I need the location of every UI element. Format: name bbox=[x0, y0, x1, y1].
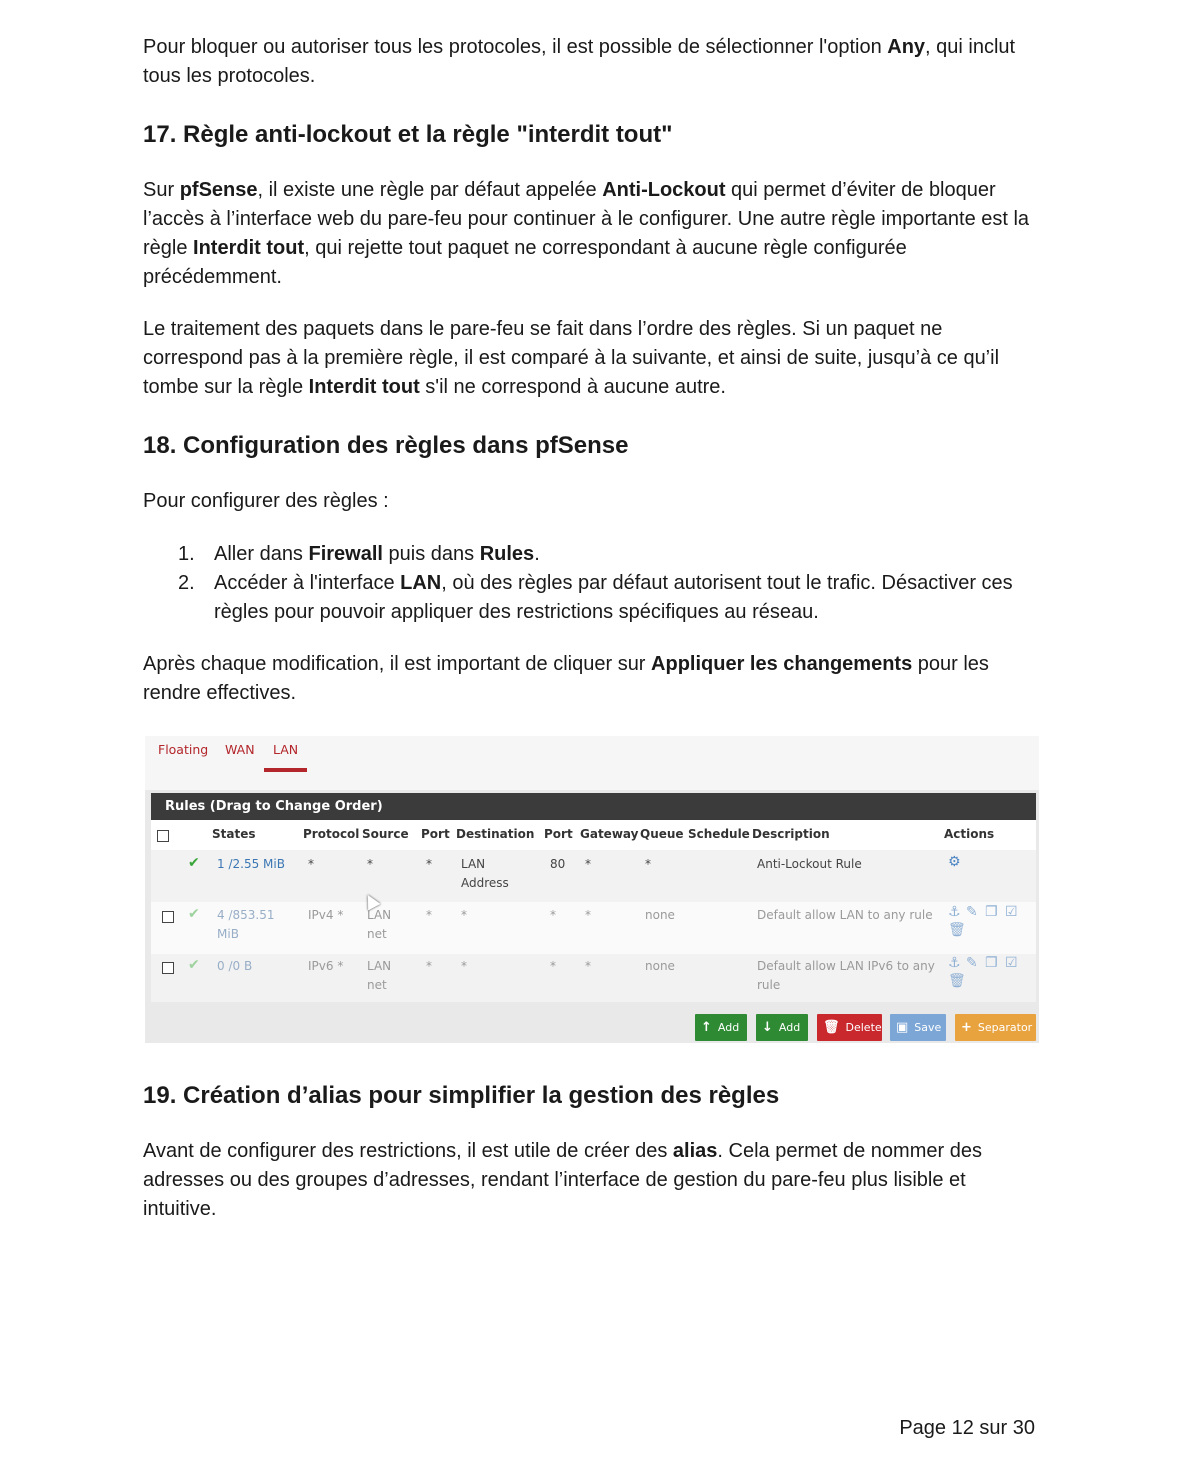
arrow-down-icon: ↓ bbox=[762, 1020, 773, 1035]
source-value-line-2: net bbox=[367, 927, 387, 941]
gateway-value: * bbox=[585, 857, 591, 871]
table-row[interactable]: ✔ 0 /0 B IPv6 * LAN net * * * * none Def… bbox=[151, 954, 1036, 1002]
queue-value: * bbox=[645, 857, 651, 871]
protocol-value: IPv4 * bbox=[308, 908, 344, 922]
column-header: Queue bbox=[640, 827, 684, 841]
port-value: * bbox=[426, 857, 432, 871]
panel-title: Rules (Drag to Change Order) bbox=[151, 793, 1036, 820]
gateway-value: * bbox=[585, 908, 591, 922]
destination-port-value: 80 bbox=[550, 857, 566, 871]
pencil-icon[interactable]: ✎ bbox=[966, 955, 979, 971]
select-all-checkbox[interactable] bbox=[157, 830, 169, 842]
pencil-icon[interactable]: ✎ bbox=[966, 904, 979, 920]
destination-value-line-2: Address bbox=[461, 876, 509, 890]
states-value[interactable]: 1 /2.55 MiB bbox=[217, 855, 285, 874]
arrow-up-icon: ↑ bbox=[701, 1020, 712, 1035]
column-header: Gateway bbox=[580, 827, 639, 841]
anchor-icon[interactable]: ⚓ bbox=[948, 904, 962, 920]
section-19-paragraph: Avant de configurer des restrictions, il… bbox=[143, 1140, 982, 1220]
column-header: Description bbox=[752, 827, 830, 841]
row-checkbox[interactable] bbox=[162, 962, 174, 974]
gear-icon[interactable]: ⚙ bbox=[948, 854, 962, 870]
source-value-line-2: net bbox=[367, 978, 387, 992]
description-value-line-2: rule bbox=[757, 978, 781, 992]
column-header: Protocol bbox=[303, 827, 360, 841]
enabled-check-icon: ✔ bbox=[188, 906, 200, 922]
list-item: 2. Accéder à l'interface LAN, où des règl… bbox=[178, 572, 1013, 623]
section-18-heading: 18. Configuration des règles dans pfSens… bbox=[143, 432, 629, 459]
description-value: Default allow LAN to any rule bbox=[757, 908, 933, 922]
source-value: LAN bbox=[367, 959, 392, 973]
add-bottom-button[interactable]: ↓ Add bbox=[756, 1014, 808, 1041]
trash-icon: 🗑 bbox=[823, 1020, 840, 1035]
description-value: Anti-Lockout Rule bbox=[757, 857, 862, 871]
section-18-intro: Pour configurer des règles : bbox=[143, 490, 389, 512]
states-value[interactable]: 4 /853.51 bbox=[217, 906, 274, 925]
enabled-check-icon: ✔ bbox=[188, 957, 200, 973]
column-header: Port bbox=[421, 827, 450, 841]
protocol-value: * bbox=[308, 857, 314, 871]
description-value: Default allow LAN IPv6 to any bbox=[757, 959, 935, 973]
destination-value: * bbox=[461, 959, 467, 973]
tab-lan[interactable]: LAN bbox=[273, 742, 298, 757]
steps-list: 1. Aller dans Firewall puis dans Rules. 2… bbox=[143, 540, 1038, 627]
column-header: Port bbox=[544, 827, 573, 841]
separator-button[interactable]: + Separator bbox=[955, 1014, 1036, 1041]
plus-icon: + bbox=[961, 1020, 972, 1035]
tab-bar: Floating WAN LAN bbox=[145, 736, 1039, 790]
trash-icon[interactable]: 🗑 bbox=[948, 922, 967, 938]
copy-icon[interactable]: ❐ bbox=[985, 955, 999, 971]
section-18-after-paragraph: Après chaque modification, il est import… bbox=[143, 653, 989, 704]
port-value: * bbox=[426, 908, 432, 922]
trash-icon[interactable]: 🗑 bbox=[948, 973, 967, 989]
column-header: States bbox=[212, 827, 256, 841]
save-button[interactable]: ▣ Save bbox=[890, 1014, 946, 1041]
tab-floating[interactable]: Floating bbox=[158, 742, 208, 757]
intro-paragraph: Pour bloquer ou autoriser tous les proto… bbox=[143, 36, 1016, 87]
anchor-icon[interactable]: ⚓ bbox=[948, 955, 962, 971]
column-header: Destination bbox=[456, 827, 535, 841]
floppy-disk-icon: ▣ bbox=[896, 1020, 909, 1035]
destination-value: * bbox=[461, 908, 467, 922]
enabled-check-icon: ✔ bbox=[188, 855, 200, 871]
section-17-heading: 17. Règle anti-lockout et la règle "inte… bbox=[143, 121, 673, 148]
destination-port-value: * bbox=[550, 959, 556, 973]
section-19-heading: 19. Création d’alias pour simplifier la … bbox=[143, 1082, 780, 1109]
checkbox-toggle-icon[interactable]: ☑ bbox=[1005, 904, 1019, 920]
checkbox-toggle-icon[interactable]: ☑ bbox=[1005, 955, 1019, 971]
destination-port-value: * bbox=[550, 908, 556, 922]
action-buttons-bar: ↑ Add ↓ Add 🗑 Delete ▣ Save + Separator bbox=[145, 1002, 1039, 1043]
add-top-button[interactable]: ↑ Add bbox=[695, 1014, 747, 1041]
tab-wan[interactable]: WAN bbox=[225, 742, 255, 757]
page-number: Page 12 sur 30 bbox=[899, 1417, 1035, 1439]
source-value: * bbox=[367, 857, 373, 871]
queue-value: none bbox=[645, 908, 675, 922]
list-item: 1. Aller dans Firewall puis dans Rules. bbox=[178, 543, 540, 565]
section-17-paragraph-2: Le traitement des paquets dans le pare-f… bbox=[143, 318, 1000, 398]
queue-value: none bbox=[645, 959, 675, 973]
destination-value: LAN bbox=[461, 857, 486, 871]
gateway-value: * bbox=[585, 959, 591, 973]
column-header: Schedule bbox=[688, 827, 750, 841]
row-checkbox[interactable] bbox=[162, 911, 174, 923]
copy-icon[interactable]: ❐ bbox=[985, 904, 999, 920]
states-value-line-2[interactable]: MiB bbox=[217, 925, 239, 944]
column-header: Actions bbox=[944, 827, 995, 841]
port-value: * bbox=[426, 959, 432, 973]
rules-panel: Rules (Drag to Change Order) States Prot… bbox=[151, 793, 1036, 1002]
section-17-paragraph-1: Sur pfSense, il existe une règle par déf… bbox=[143, 179, 1030, 288]
table-row[interactable]: ✔ 4 /853.51 MiB IPv4 * LAN net * * * * n… bbox=[151, 902, 1036, 954]
table-row[interactable]: ✔ 1 /2.55 MiB * * * LAN Address 80 * * A… bbox=[151, 850, 1036, 902]
pfsense-rules-screenshot: Floating WAN LAN Rules (Drag to Change O… bbox=[145, 736, 1039, 1043]
protocol-value: IPv6 * bbox=[308, 959, 344, 973]
active-tab-indicator bbox=[264, 768, 307, 772]
column-header: Source bbox=[362, 827, 409, 841]
states-value[interactable]: 0 /0 B bbox=[217, 957, 252, 976]
delete-button[interactable]: 🗑 Delete bbox=[817, 1014, 882, 1041]
